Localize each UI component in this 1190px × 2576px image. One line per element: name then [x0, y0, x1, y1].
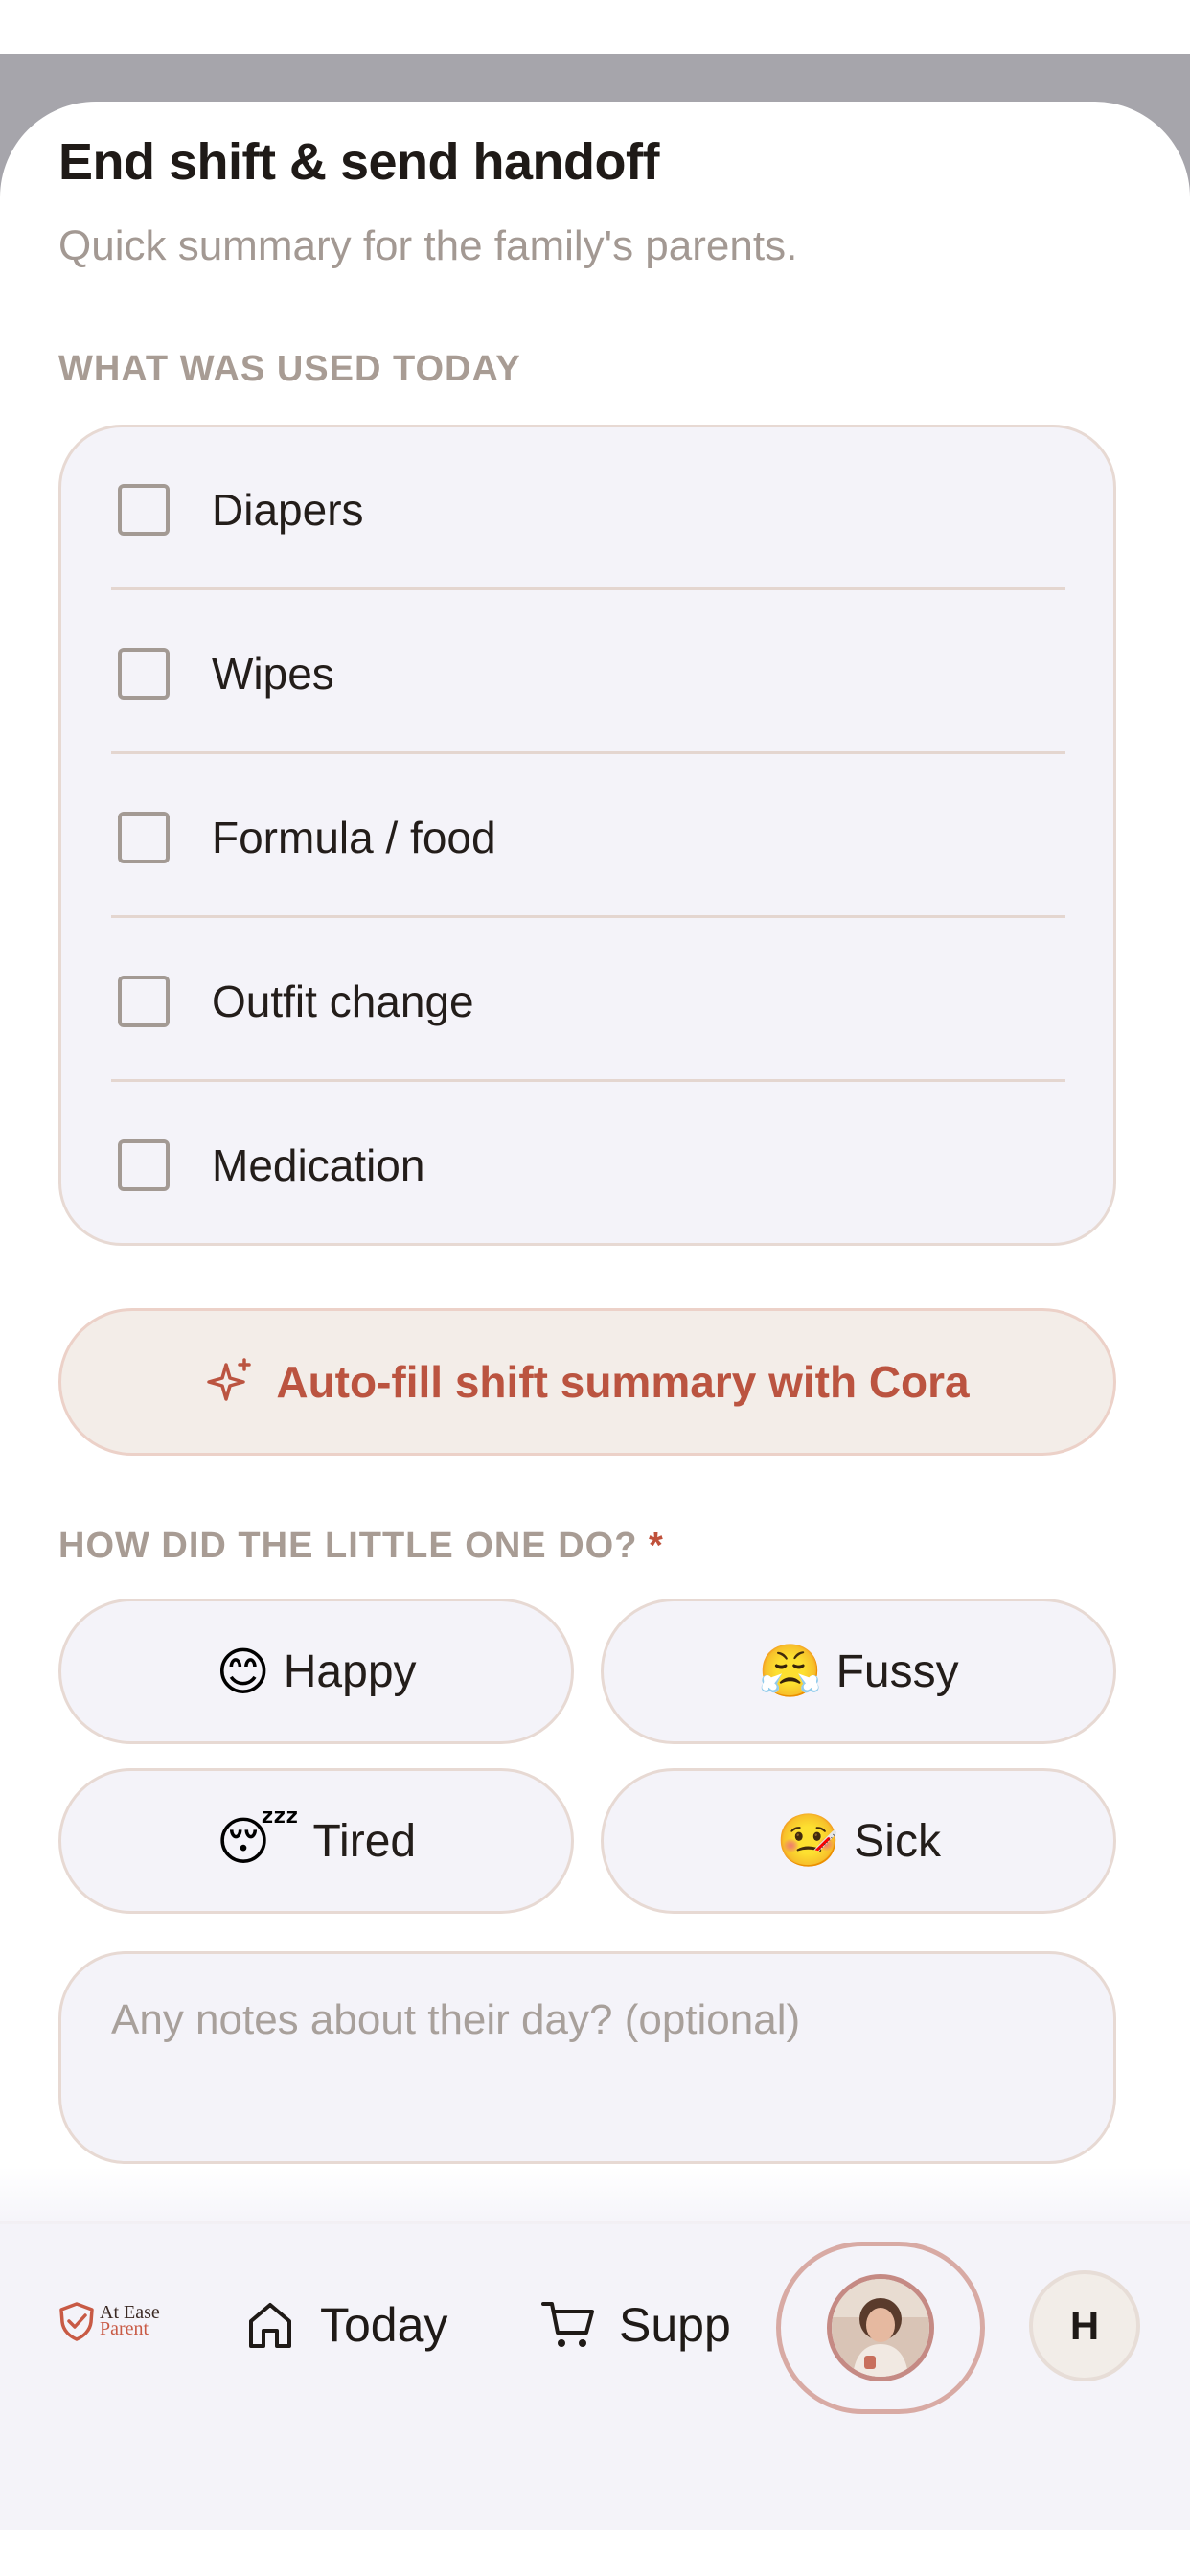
- happy-face-icon: 😊: [216, 1641, 270, 1702]
- mood-option-sick[interactable]: 🤒 Sick: [601, 1768, 1116, 1914]
- huffing-face-icon: 😤: [758, 1641, 823, 1701]
- profile-button[interactable]: H: [1029, 2270, 1140, 2381]
- bottom-nav: At Ease Parent Today Supp H: [0, 2167, 1190, 2530]
- nav-today[interactable]: Today: [243, 2297, 447, 2353]
- autofill-label: Auto-fill shift summary with Cora: [276, 1357, 970, 1407]
- divider: [111, 915, 1065, 918]
- logo-wordmark: At Ease Parent: [100, 2303, 160, 2339]
- profile-initial: H: [1069, 2303, 1100, 2348]
- checklist-item-wipes[interactable]: Wipes: [61, 591, 1113, 755]
- status-bar-area: [0, 0, 1190, 54]
- sheet-title: End shift & send handoff: [58, 133, 659, 191]
- mood-option-label: Happy: [283, 1645, 417, 1697]
- checklist-item-label: Diapers: [212, 484, 364, 535]
- nav-fade: [0, 2167, 1190, 2224]
- nav-supplies[interactable]: Supp: [540, 2297, 731, 2353]
- cart-icon: [541, 2302, 594, 2347]
- mood-option-label: Fussy: [835, 1645, 959, 1697]
- sheet-subtitle: Quick summary for the family's parents.: [58, 222, 798, 269]
- sick-face-icon: 🤒: [776, 1810, 841, 1871]
- app-logo[interactable]: At Ease Parent: [57, 2301, 160, 2341]
- checklist-item-outfit[interactable]: Outfit change: [61, 919, 1113, 1083]
- used-today-label: WHAT WAS USED TODAY: [58, 349, 521, 389]
- checklist-item-medication[interactable]: Medication: [61, 1083, 1113, 1247]
- mood-option-tired[interactable]: 😴 Tired: [58, 1768, 574, 1914]
- checklist-item-label: Formula / food: [212, 812, 496, 862]
- cora-avatar: [827, 2274, 934, 2381]
- home-indicator-area: [0, 2530, 1190, 2576]
- checklist-item-diapers[interactable]: Diapers: [61, 427, 1113, 591]
- nav-today-label: Today: [320, 2298, 448, 2352]
- supplies-checklist: Diapers Wipes Formula / food Outfit chan…: [58, 425, 1116, 1246]
- shield-check-icon: [59, 2302, 94, 2341]
- cora-assistant-button[interactable]: [776, 2242, 985, 2414]
- checklist-item-formula[interactable]: Formula / food: [61, 755, 1113, 919]
- mood-label: HOW DID THE LITTLE ONE DO? *: [58, 1526, 664, 1567]
- divider: [111, 587, 1065, 590]
- notes-field[interactable]: [111, 1996, 1069, 2130]
- mood-label-text: HOW DID THE LITTLE ONE DO?: [58, 1526, 638, 1566]
- home-icon: [249, 2303, 291, 2348]
- mood-option-fussy[interactable]: 😤 Fussy: [601, 1598, 1116, 1744]
- divider: [111, 751, 1065, 754]
- checkbox[interactable]: [118, 647, 170, 700]
- divider: [111, 1079, 1065, 1082]
- required-mark: *: [648, 1526, 664, 1566]
- checklist-item-label: Wipes: [212, 648, 334, 699]
- mood-option-label: Tired: [312, 1815, 417, 1867]
- autofill-cora-button[interactable]: Auto-fill shift summary with Cora: [58, 1308, 1116, 1456]
- checkbox[interactable]: [118, 811, 170, 863]
- checklist-item-label: Medication: [212, 1139, 425, 1190]
- sleeping-face-icon: 😴: [216, 1810, 300, 1872]
- checkbox[interactable]: [118, 975, 170, 1027]
- checklist-item-label: Outfit change: [212, 976, 474, 1026]
- sparkle-icon: [207, 1358, 252, 1401]
- checkbox[interactable]: [118, 1138, 170, 1191]
- mood-option-happy[interactable]: 😊 Happy: [58, 1598, 574, 1744]
- checkbox[interactable]: [118, 483, 170, 536]
- mood-option-label: Sick: [854, 1815, 941, 1867]
- logo-line2: Parent: [100, 2318, 149, 2339]
- nav-supplies-label: Supp: [619, 2298, 731, 2352]
- notes-field-container: [58, 1951, 1116, 2164]
